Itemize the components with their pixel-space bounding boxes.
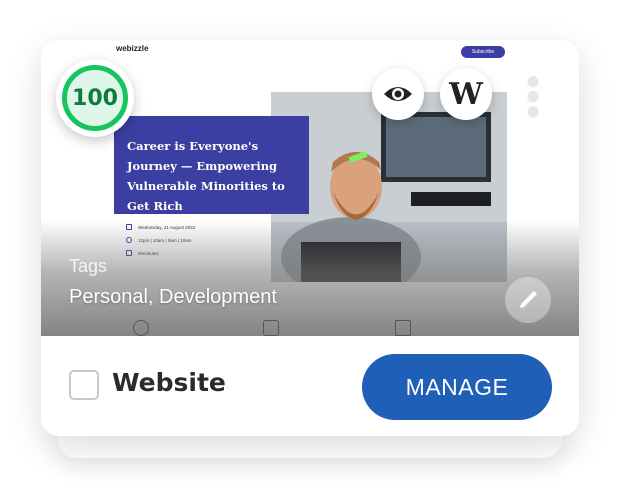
chart-icon [395, 320, 411, 336]
website-name: Website [112, 368, 226, 397]
pencil-icon [520, 291, 537, 308]
preview-button[interactable] [372, 68, 424, 120]
wordpress-admin-button[interactable]: W [440, 68, 492, 120]
subscribe-button: Subscribe [461, 46, 505, 58]
hero-title: Career is Everyone's Journey — Empowerin… [127, 139, 285, 213]
site-logo: webizzle [116, 44, 149, 53]
tags-label: Tags [69, 256, 108, 276]
fist-icon [263, 320, 279, 336]
eye-icon [384, 87, 412, 101]
tags-value: Personal, Development [69, 286, 277, 308]
edit-tags-button[interactable] [505, 277, 551, 323]
wordpress-icon: W [449, 76, 483, 112]
select-website-checkbox[interactable] [69, 370, 99, 400]
hero-title-box: Career is Everyone's Journey — Empowerin… [114, 116, 309, 214]
manage-button[interactable]: MANAGE [362, 354, 552, 420]
score-value: 100 [72, 85, 118, 111]
kebab-dot [528, 106, 538, 116]
kebab-menu-button[interactable] [527, 76, 539, 116]
performance-score-badge: 100 [56, 59, 134, 137]
kebab-dot [528, 91, 538, 101]
smiley-icon [133, 320, 149, 336]
score-ring: 100 [62, 65, 128, 131]
card-footer: Website MANAGE [41, 336, 579, 436]
preview-fade-overlay [41, 220, 579, 336]
kebab-dot [528, 76, 538, 86]
